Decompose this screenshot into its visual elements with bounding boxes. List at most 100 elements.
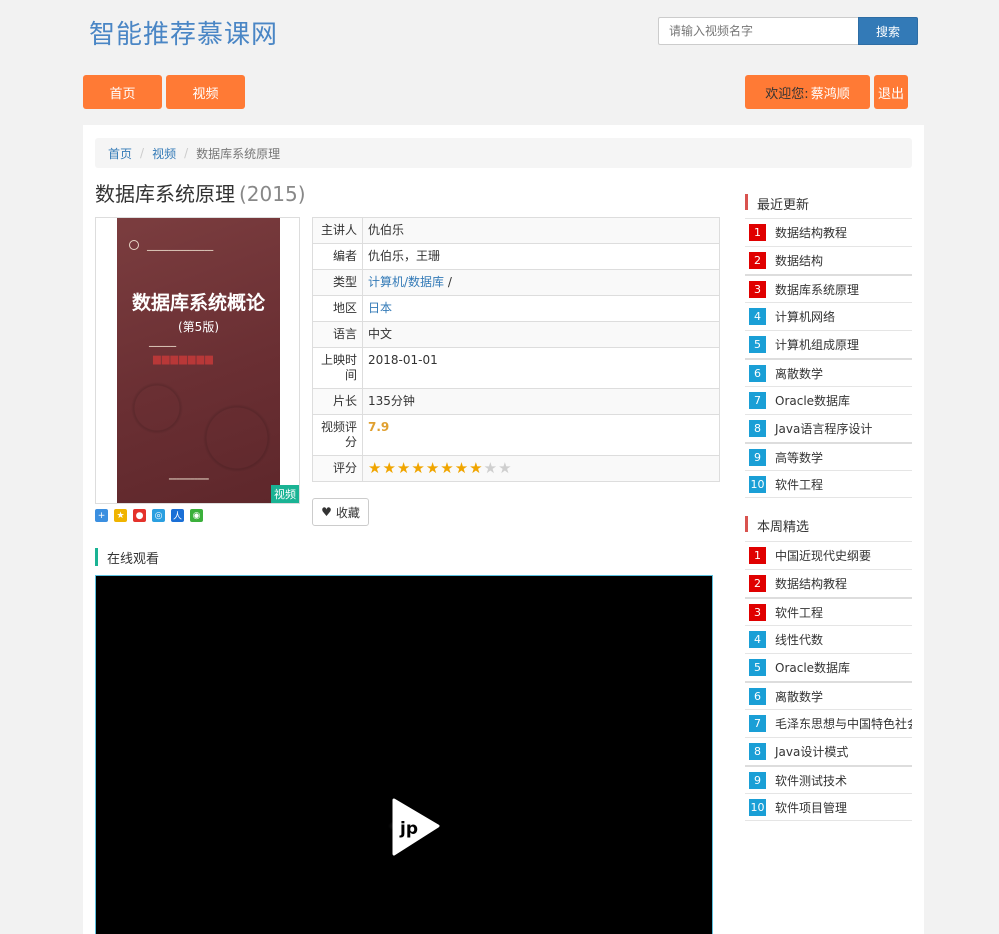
sidebar-list-item[interactable]: 8 Java语言程序设计 — [745, 414, 912, 442]
page-title: 数据库系统原理 (2015) — [95, 178, 306, 207]
rank-badge: 10 — [749, 798, 766, 816]
info-value-region: 日本 — [362, 295, 720, 322]
share-more-icon[interactable]: + — [95, 509, 108, 522]
course-title: 数据库系统原理 — [95, 182, 235, 206]
sidebar-list-item[interactable]: 10 软件项目管理 — [745, 793, 912, 821]
info-row-score: 视频评分 7.9 — [312, 414, 720, 456]
favorite-button[interactable]: ♥ 收藏 — [312, 498, 369, 526]
rank-badge: 6 — [749, 687, 766, 705]
sidebar-item-label: 高等数学 — [775, 450, 824, 465]
rank-badge: 10 — [749, 475, 766, 493]
info-value-score: 7.9 — [362, 414, 720, 456]
welcome-user-button[interactable]: 欢迎您: 蔡鸿顺 — [745, 75, 870, 109]
star-filled-icon[interactable]: ★ — [368, 461, 381, 476]
main-panel: 首页 / 视频 / 数据库系统原理 数据库系统原理 (2015) ━━━━━━━━… — [83, 125, 924, 934]
star-filled-icon[interactable]: ★ — [397, 461, 410, 476]
sidebar-item-label: 中国近现代史纲要 — [775, 549, 872, 563]
search-input[interactable] — [658, 17, 858, 45]
sidebar-list-item[interactable]: 7 Oracle数据库 — [745, 386, 912, 414]
sidebar-list-item[interactable]: 5 Oracle数据库 — [745, 653, 912, 681]
rank-badge: 1 — [749, 224, 766, 241]
site-title[interactable]: 智能推荐慕课网 — [89, 14, 278, 51]
share-bar: + ★ ● ◎ 人 ◉ — [95, 509, 203, 522]
breadcrumb-video[interactable]: 视频 — [152, 145, 176, 162]
type-suffix: / — [444, 275, 452, 289]
rank-badge: 7 — [749, 715, 766, 732]
star-empty-icon[interactable]: ★ — [484, 461, 497, 476]
info-row-type: 类型 计算机/数据库 / — [312, 269, 720, 296]
sidebar-item-label: 计算机组成原理 — [775, 338, 860, 352]
star-filled-icon[interactable]: ★ — [426, 461, 439, 476]
book-title: 数据库系统概论 — [131, 292, 265, 314]
sidebar-list-item[interactable]: 2 数据结构 — [745, 246, 912, 274]
sidebar-list-item[interactable]: 7 毛泽东思想与中国特色社会主义 — [745, 709, 912, 737]
rank-badge: 3 — [749, 280, 766, 298]
sidebar-list-item[interactable]: 1 数据结构教程 — [745, 218, 912, 246]
sidebar-list-item[interactable]: 4 计算机网络 — [745, 302, 912, 330]
star-empty-icon[interactable]: ★ — [498, 461, 511, 476]
nav-video-button[interactable]: 视频 — [166, 75, 245, 109]
sidebar-list-item[interactable]: 9 高等数学 — [745, 442, 912, 470]
share-wechat-icon[interactable]: ◉ — [190, 509, 203, 522]
rank-badge: 6 — [749, 364, 766, 382]
share-tencent-icon[interactable]: ◎ — [152, 509, 165, 522]
sidebar-list-item[interactable]: 5 计算机组成原理 — [745, 330, 912, 358]
sidebar-item-label: 数据结构教程 — [775, 577, 848, 591]
weekly-list: 1 中国近现代史纲要 2 数据结构教程 3 软件工程 4 线性代数 5 Oracle数据库 6 离散数… — [745, 541, 912, 821]
sidebar-list-item[interactable]: 6 离散数学 — [745, 681, 912, 709]
sidebar-item-label: 数据库系统原理 — [775, 282, 860, 297]
star-rating[interactable]: ★ ★ ★ ★ ★ ★ ★ ★ ★ ★ — [368, 461, 714, 476]
sidebar-item-label: 计算机网络 — [775, 310, 836, 324]
type-link[interactable]: 计算机/数据库 — [368, 275, 444, 289]
video-tag: 视频 — [271, 485, 299, 503]
star-filled-icon[interactable]: ★ — [455, 461, 468, 476]
info-value-language: 中文 — [362, 321, 720, 348]
sidebar-list-item[interactable]: 8 Java设计模式 — [745, 737, 912, 765]
course-year: (2015) — [239, 182, 306, 206]
info-value-type: 计算机/数据库 / — [362, 269, 720, 296]
sidebar-item-label: 数据结构 — [775, 254, 824, 268]
sidebar-list-item[interactable]: 3 软件工程 — [745, 597, 912, 625]
rank-badge: 5 — [749, 659, 766, 676]
sidebar-list-item[interactable]: 9 软件测试技术 — [745, 765, 912, 793]
sidebar-list-item[interactable]: 6 离散数学 — [745, 358, 912, 386]
rank-badge: 2 — [749, 575, 766, 592]
rank-badge: 1 — [749, 547, 766, 564]
star-filled-icon[interactable]: ★ — [469, 461, 482, 476]
share-renren-icon[interactable]: 人 — [171, 509, 184, 522]
rank-badge: 9 — [749, 448, 766, 466]
logout-button[interactable]: 退出 — [874, 75, 908, 109]
book-seal-icon — [129, 240, 139, 250]
course-cover[interactable]: ━━━━━━━━━━━━━━━━━━━━━━ 数据库系统概论 (第5版) ━━━… — [95, 217, 300, 504]
nav-home-button[interactable]: 首页 — [83, 75, 162, 109]
rank-badge: 8 — [749, 743, 766, 760]
star-filled-icon[interactable]: ★ — [440, 461, 453, 476]
sidebar-item-label: 毛泽东思想与中国特色社会主义 — [775, 717, 912, 731]
player-logo-icon[interactable]: jp — [388, 798, 442, 856]
sidebar-list-item[interactable]: 1 中国近现代史纲要 — [745, 541, 912, 569]
rank-badge: 7 — [749, 392, 766, 409]
video-player[interactable]: jp — [95, 575, 713, 934]
sidebar-item-label: 软件工程 — [775, 605, 824, 620]
sidebar-list-item[interactable]: 10 软件工程 — [745, 470, 912, 498]
book-watermark: ▆▆▆▆▆▆▆ — [153, 354, 214, 365]
search-button[interactable]: 搜索 — [858, 17, 918, 45]
sidebar-list-item[interactable]: 4 线性代数 — [745, 625, 912, 653]
share-weibo-icon[interactable]: ● — [133, 509, 146, 522]
rank-badge: 4 — [749, 631, 766, 648]
book-publisher-text: ━━━━━━━━━━━ — [169, 476, 209, 483]
star-filled-icon[interactable]: ★ — [382, 461, 395, 476]
sidebar-list-item[interactable]: 3 数据库系统原理 — [745, 274, 912, 302]
sidebar-list-item[interactable]: 2 数据结构教程 — [745, 569, 912, 597]
watch-heading: 在线观看 — [95, 548, 159, 567]
region-link[interactable]: 日本 — [368, 301, 392, 315]
info-key: 语言 — [312, 321, 363, 348]
star-filled-icon[interactable]: ★ — [411, 461, 424, 476]
info-key: 片长 — [312, 388, 363, 415]
heart-icon: ♥ — [321, 505, 332, 519]
search-bar: 搜索 — [658, 17, 918, 45]
share-qzone-icon[interactable]: ★ — [114, 509, 127, 522]
info-row-editor: 编者 仇伯乐，王珊 — [312, 243, 720, 270]
info-row-lecturer: 主讲人 仇伯乐 — [312, 217, 720, 244]
breadcrumb-home[interactable]: 首页 — [108, 145, 132, 162]
